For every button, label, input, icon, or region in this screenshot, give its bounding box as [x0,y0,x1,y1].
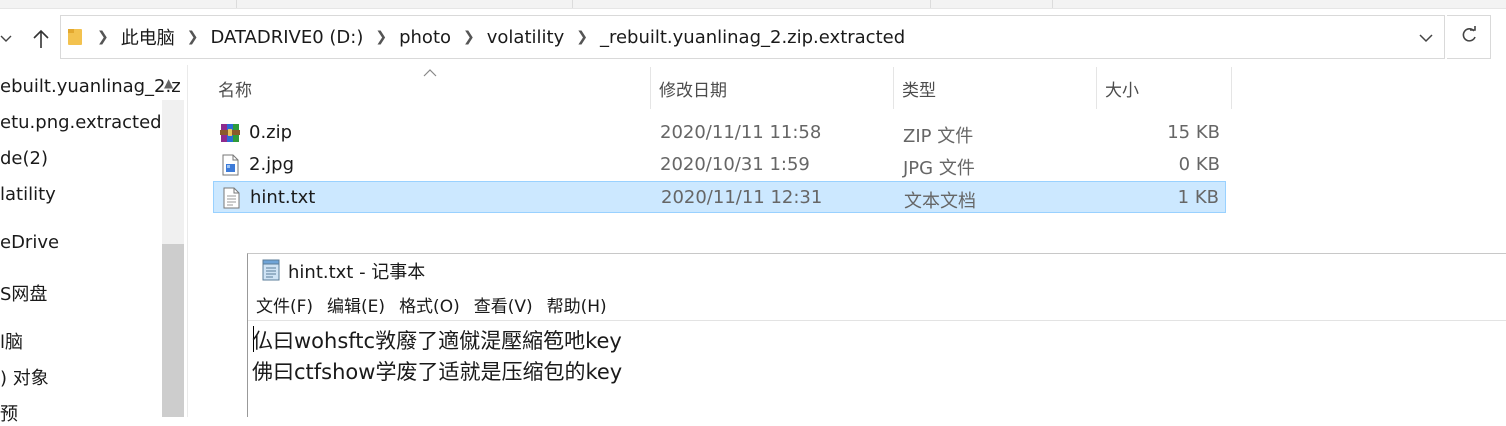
notepad-menubar: 文件(F) 编辑(E) 格式(O) 查看(V) 帮助(H) [248,292,613,320]
nav-item-etu-extracted[interactable]: etu.png.extracted [0,112,162,133]
column-divider[interactable] [1231,67,1232,109]
file-row-selected[interactable]: hint.txt 2020/11/11 12:31 文本文档 1 KB [213,181,1226,213]
breadcrumb-separator[interactable]: ❯ [375,29,387,45]
menu-help[interactable]: 帮助(H) [547,292,607,320]
text-line-1: 仏曰wohsftc敩廢了適僦湜壓縮笣吔key [252,329,622,353]
nav-item-3d-objects[interactable]: ) 对象 [0,364,49,390]
file-modified: 2020/10/31 1:59 [660,154,810,175]
breadcrumb-separator[interactable]: ❯ [463,29,475,45]
notepad-window: hint.txt - 记事本 文件(F) 编辑(E) 格式(O) 查看(V) 帮… [247,253,1506,417]
text-line-2: 佛曰ctfshow学废了适就是压缩包的key [252,360,623,384]
file-name: 2.jpg [249,154,295,175]
nav-item-videos[interactable]: 预 [0,400,18,426]
breadcrumb-separator[interactable]: ❯ [187,29,199,45]
refresh-icon [1460,26,1478,48]
notepad-titlebar[interactable]: hint.txt - 记事本 [248,254,1506,288]
address-bar[interactable]: ❯ 此电脑 ❯ DATADRIVE0 (D:) ❯ photo ❯ volati… [60,15,1445,59]
nav-item-volatility[interactable]: latility [0,184,56,205]
breadcrumb-current-folder[interactable]: _rebuilt.yuanlinag_2.zip.extracted [600,27,905,48]
column-header-type[interactable]: 类型 [894,67,1096,109]
ribbon-bottom-edge [0,0,1506,9]
breadcrumb-datadrive[interactable]: DATADRIVE0 (D:) [210,27,363,48]
breadcrumb: ❯ 此电脑 ❯ DATADRIVE0 (D:) ❯ photo ❯ volati… [91,16,905,58]
menu-format[interactable]: 格式(O) [399,292,460,320]
nav-scroll-up-icon[interactable]: ▲ [164,76,173,90]
winrar-archive-icon [219,122,241,144]
navigation-pane: ebuilt.yuanlinag_2.z etu.png.extracted d… [0,65,186,425]
nav-item-wps-drive[interactable]: S网盘 [0,280,47,306]
breadcrumb-photo[interactable]: photo [399,27,451,48]
file-type: JPG 文件 [903,158,975,179]
nav-item-de2[interactable]: de(2) [0,148,48,169]
menu-edit[interactable]: 编辑(E) [327,292,385,320]
nav-item-this-pc[interactable]: l脑 [0,328,23,354]
chevron-down-icon[interactable] [1416,28,1436,48]
image-file-icon [219,154,241,176]
nav-scrollbar-thumb[interactable] [162,244,184,417]
file-modified: 2020/11/11 12:31 [661,187,823,208]
breadcrumb-volatility[interactable]: volatility [487,27,564,48]
file-name: hint.txt [250,187,316,208]
menu-file[interactable]: 文件(F) [256,292,313,320]
file-size: 15 KB [1167,122,1220,143]
column-header-name[interactable]: 名称 [210,67,650,109]
text-file-icon [220,187,242,209]
pane-divider[interactable] [187,65,188,417]
notepad-title: hint.txt - 记事本 [288,262,426,283]
file-size: 0 KB [1178,154,1220,175]
nav-item-onedrive[interactable]: eDrive [0,232,59,253]
file-name: 0.zip [249,122,293,143]
refresh-button[interactable] [1447,15,1491,59]
breadcrumb-separator: ❯ [97,29,109,45]
file-row[interactable]: 0.zip 2020/11/11 11:58 ZIP 文件 15 KB [213,117,1226,149]
recent-locations-chevron-icon[interactable] [0,28,14,48]
notepad-icon [260,259,282,281]
file-type: 文本文档 [904,191,976,212]
column-header-size[interactable]: 大小 [1097,67,1231,109]
file-type: ZIP 文件 [903,126,974,147]
up-arrow-icon[interactable] [24,22,58,56]
breadcrumb-separator[interactable]: ❯ [576,29,588,45]
file-row[interactable]: 2.jpg 2020/10/31 1:59 JPG 文件 0 KB [213,149,1226,181]
folder-icon [67,27,83,51]
breadcrumb-this-pc[interactable]: 此电脑 [121,24,175,50]
column-header-modified[interactable]: 修改日期 [651,67,893,109]
notepad-text-area[interactable]: 仏曰wohsftc敩廢了適僦湜壓縮笣吔key 佛曰ctfshow学废了适就是压缩… [248,320,1506,418]
file-size: 1 KB [1177,187,1219,208]
file-modified: 2020/11/11 11:58 [660,122,822,143]
nav-item-rebuilt-folder[interactable]: ebuilt.yuanlinag_2.z [0,76,181,97]
menu-view[interactable]: 查看(V) [474,292,533,320]
